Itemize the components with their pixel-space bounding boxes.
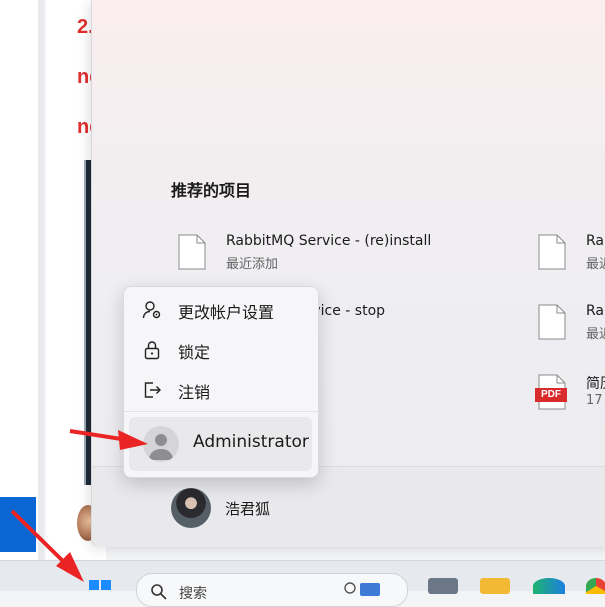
arrow-to-start-button — [10, 509, 84, 582]
arrow-to-administrator — [69, 429, 148, 450]
annotation-arrows — [10, 429, 148, 582]
